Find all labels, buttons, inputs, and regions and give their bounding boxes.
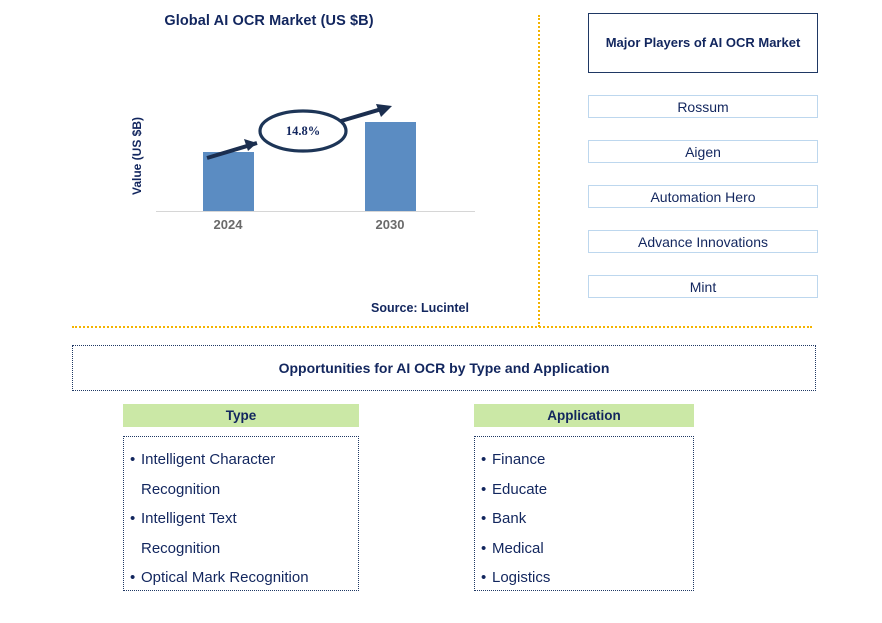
vertical-divider bbox=[538, 15, 540, 327]
list-item: • Optical Mark Recognition bbox=[130, 563, 352, 593]
player-item-rossum[interactable]: Rossum bbox=[588, 95, 818, 118]
bullet-icon: • bbox=[481, 480, 487, 498]
bullet-icon: • bbox=[481, 510, 487, 528]
player-item-mint[interactable]: Mint bbox=[588, 275, 818, 298]
list-item-label: Intelligent Text Recognition bbox=[141, 510, 237, 557]
list-item: • Intelligent Character Recognition bbox=[130, 445, 352, 504]
opportunities-type-box: • Intelligent Character Recognition • Inte… bbox=[123, 436, 359, 591]
opportunities-type-header: Type bbox=[123, 404, 359, 427]
list-item-label: Logistics bbox=[492, 569, 551, 587]
bullet-icon: • bbox=[481, 569, 487, 587]
opportunities-type-list: • Intelligent Character Recognition • Inte… bbox=[130, 445, 352, 593]
opportunities-column-type: Type • Intelligent Character Recognition … bbox=[123, 404, 359, 591]
bullet-icon: • bbox=[130, 510, 136, 528]
list-item-label: Intelligent Character Recognition bbox=[141, 451, 276, 498]
list-item: • Logistics bbox=[481, 563, 687, 593]
chart-panel: Global AI OCR Market (US $B) Value (US $… bbox=[0, 0, 538, 328]
list-item: • Medical bbox=[481, 534, 687, 564]
player-item-automation-hero[interactable]: Automation Hero bbox=[588, 185, 818, 208]
list-item-label: Optical Mark Recognition bbox=[141, 569, 309, 587]
y-axis-label-text: Value (US $B) bbox=[130, 116, 144, 196]
player-label: Rossum bbox=[677, 98, 729, 115]
list-item-label: Educate bbox=[492, 480, 548, 498]
list-item: • Intelligent Text Recognition bbox=[130, 504, 352, 563]
horizontal-divider bbox=[72, 326, 812, 328]
opportunities-banner: Opportunities for AI OCR by Type and App… bbox=[72, 345, 816, 391]
player-item-aigen[interactable]: Aigen bbox=[588, 140, 818, 163]
list-item-label: Finance bbox=[492, 451, 546, 468]
list-item-label: Bank bbox=[492, 510, 527, 528]
major-players-panel: Major Players of AI OCR Market Rossum Ai… bbox=[588, 13, 818, 298]
player-label: Advance Innovations bbox=[638, 233, 768, 250]
source-note: Source: Lucintel bbox=[371, 301, 469, 315]
bullet-icon: • bbox=[130, 451, 136, 468]
opportunities-column-application: Application • Finance • Educate • Bank • Med… bbox=[474, 404, 694, 591]
list-item: • Bank bbox=[481, 504, 687, 534]
player-item-advance-innovations[interactable]: Advance Innovations bbox=[588, 230, 818, 253]
x-axis-line bbox=[156, 211, 475, 212]
bullet-icon: • bbox=[481, 451, 487, 468]
list-item: • Educate bbox=[481, 475, 687, 505]
bar-2030 bbox=[365, 122, 416, 211]
x-tick-2024: 2024 bbox=[213, 217, 243, 232]
list-item: • Finance bbox=[481, 445, 687, 475]
opportunities-application-box: • Finance • Educate • Bank • Medical • Logist… bbox=[474, 436, 694, 591]
major-players-list: Rossum Aigen Automation Hero Advance Inn… bbox=[588, 95, 818, 298]
player-label: Automation Hero bbox=[650, 188, 756, 205]
opportunities-application-list: • Finance • Educate • Bank • Medical • Logist… bbox=[481, 445, 687, 593]
list-item-label: Medical bbox=[492, 539, 544, 557]
opportunities-application-header: Application bbox=[474, 404, 694, 427]
bar-2024 bbox=[203, 152, 254, 211]
bullet-icon: • bbox=[481, 539, 487, 557]
bullet-icon: • bbox=[130, 569, 136, 587]
player-label: Aigen bbox=[685, 143, 721, 160]
chart-title: Global AI OCR Market (US $B) bbox=[164, 13, 374, 29]
player-label: Mint bbox=[689, 278, 717, 295]
major-players-header: Major Players of AI OCR Market bbox=[588, 13, 818, 73]
x-tick-2030: 2030 bbox=[375, 217, 405, 232]
y-axis-label: Value (US $B) bbox=[129, 100, 145, 212]
bar-chart-plot-area: Value (US $B) 2024 2030 bbox=[130, 100, 475, 232]
